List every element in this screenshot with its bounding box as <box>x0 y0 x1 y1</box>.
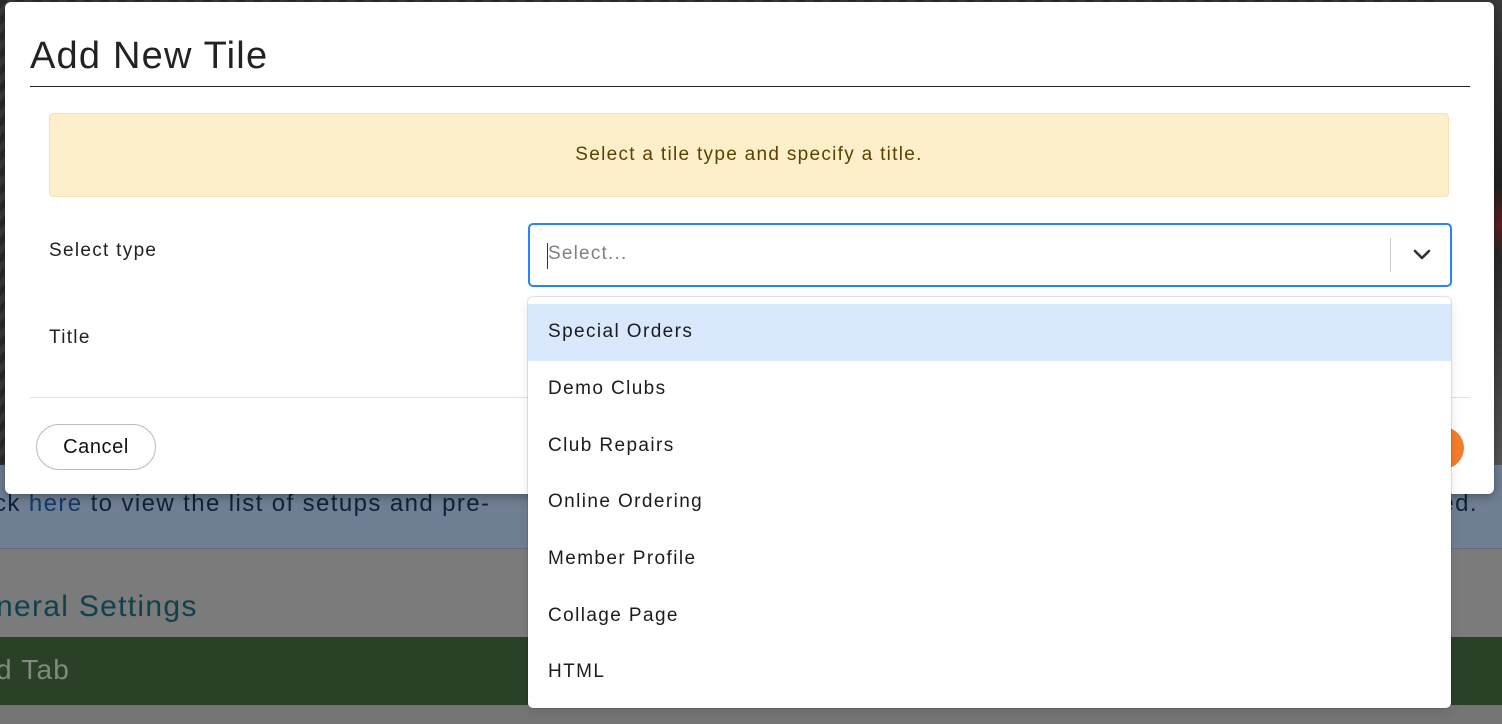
background-tab-label: d Tab <box>0 654 70 685</box>
select-type-label: Select type <box>49 240 158 261</box>
background-section-title: neral Settings <box>0 590 198 623</box>
background-info-prefix: ck <box>0 490 21 517</box>
title-divider <box>30 86 1470 87</box>
instruction-alert: Select a tile type and specify a title. <box>49 113 1449 197</box>
option-online-ordering[interactable]: Online Ordering <box>528 474 1451 531</box>
option-special-orders[interactable]: Special Orders <box>528 304 1451 361</box>
background-info-link[interactable]: here <box>29 490 83 517</box>
cancel-button[interactable]: Cancel <box>36 424 156 470</box>
select-placeholder: Select... <box>548 243 628 264</box>
title-label: Title <box>49 327 91 348</box>
chevron-down-icon[interactable] <box>1410 243 1434 267</box>
modal-title: Add New Tile <box>30 35 269 77</box>
tile-type-menu: Special Orders Demo Clubs Club Repairs O… <box>528 297 1451 708</box>
option-demo-clubs[interactable]: Demo Clubs <box>528 361 1451 418</box>
tile-type-select[interactable]: Select... <box>528 223 1452 287</box>
option-club-repairs[interactable]: Club Repairs <box>528 417 1451 474</box>
option-collage-page[interactable]: Collage Page <box>528 587 1451 644</box>
background-info-text: ck here to view the list of setups and p… <box>0 490 490 518</box>
indicator-separator <box>1390 238 1391 272</box>
background-info-suffix: to view the list of setups and pre- <box>82 490 491 517</box>
option-member-profile[interactable]: Member Profile <box>528 531 1451 588</box>
option-html[interactable]: HTML <box>528 644 1451 701</box>
